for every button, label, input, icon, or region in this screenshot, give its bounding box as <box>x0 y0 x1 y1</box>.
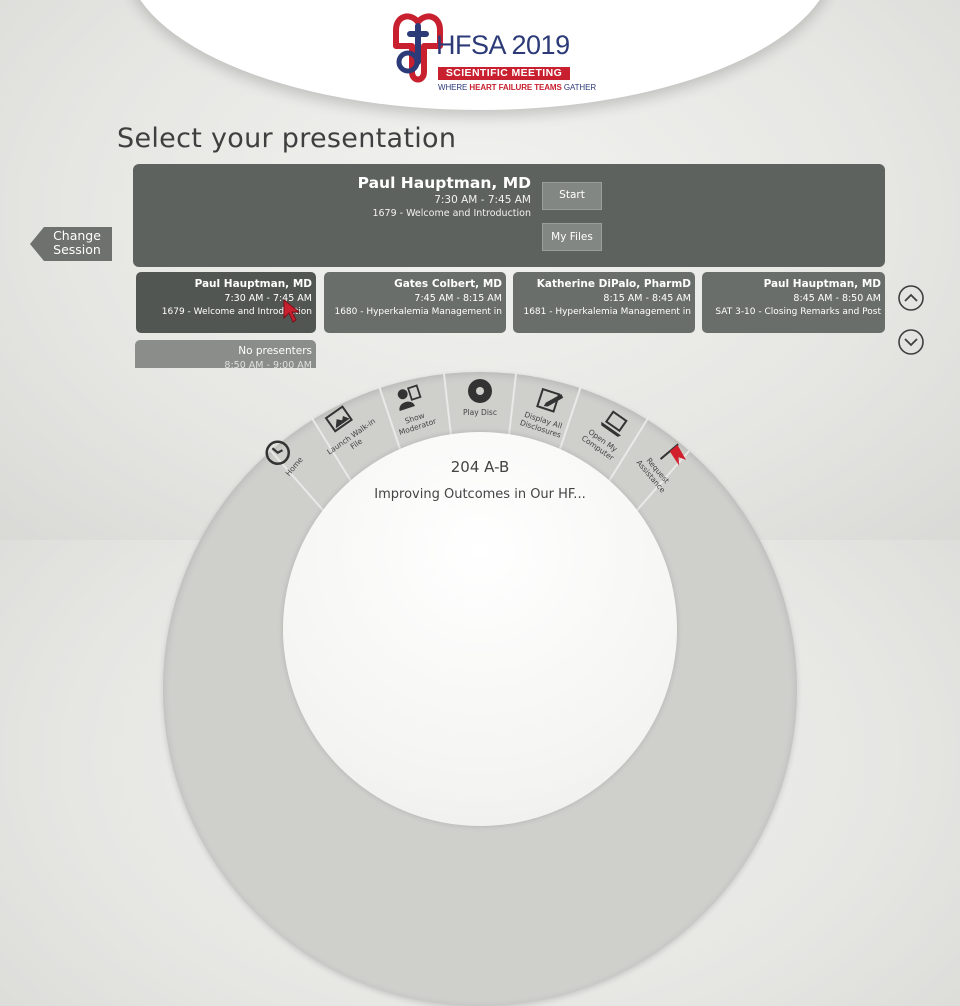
hfsa-logo: HFSA 2019 SCIENTIFIC MEETING WHERE HEART… <box>388 12 596 98</box>
logo-title: HFSA 2019 <box>436 30 570 60</box>
change-session-button[interactable]: Change Session <box>30 227 112 261</box>
featured-presenter: Paul Hauptman, MD <box>357 174 531 192</box>
disc-icon <box>468 379 492 403</box>
card-title: SAT 3-10 - Closing Remarks and Post <box>715 307 881 317</box>
presentation-card[interactable]: No presenters 8:50 AM - 9:00 AM <box>135 340 316 368</box>
card-time: 8:15 AM - 8:45 AM <box>603 293 691 304</box>
change-session-label: Change Session <box>53 228 101 257</box>
logo-band: SCIENTIFIC MEETING <box>438 67 570 80</box>
my-files-button[interactable]: My Files <box>542 223 602 251</box>
featured-presentation: Paul Hauptman, MD 7:30 AM - 7:45 AM 1679… <box>133 164 885 267</box>
logo-tagline: WHERE HEART FAILURE TEAMS GATHER <box>438 83 596 92</box>
scroll-down-button[interactable] <box>897 328 925 356</box>
card-presenter: Gates Colbert, MD <box>394 278 502 290</box>
card-presenter: Paul Hauptman, MD <box>763 278 881 290</box>
scroll-up-button[interactable] <box>897 284 925 312</box>
start-button[interactable]: Start <box>542 182 602 210</box>
presentation-card[interactable]: Katherine DiPalo, PharmD 8:15 AM - 8:45 … <box>513 272 695 333</box>
card-title: 1681 - Hyperkalemia Management in <box>523 307 691 317</box>
featured-time: 7:30 AM - 7:45 AM <box>434 194 531 206</box>
card-time: 8:45 AM - 8:50 AM <box>793 293 881 304</box>
card-time: 7:45 AM - 8:15 AM <box>414 293 502 304</box>
cursor-pointer-icon <box>283 298 301 323</box>
menu-label: Play Disc <box>463 408 497 417</box>
presentation-card[interactable]: Gates Colbert, MD 7:45 AM - 8:15 AM 1680… <box>324 272 506 333</box>
featured-title: 1679 - Welcome and Introduction <box>372 208 531 219</box>
card-presenter: No presenters <box>238 345 312 357</box>
menu-item-play-disc[interactable]: Play Disc <box>450 372 510 442</box>
session-title: Improving Outcomes in Our HF... <box>374 487 586 502</box>
card-time: 8:50 AM - 9:00 AM <box>224 360 312 368</box>
card-title: 1680 - Hyperkalemia Management in <box>334 307 502 317</box>
card-presenter: Katherine DiPalo, PharmD <box>536 278 691 290</box>
room-name: 204 A-B <box>450 458 510 476</box>
page-title: Select your presentation <box>117 123 457 154</box>
presentation-card[interactable]: Paul Hauptman, MD 8:45 AM - 8:50 AM SAT … <box>702 272 885 333</box>
card-presenter: Paul Hauptman, MD <box>194 278 312 290</box>
